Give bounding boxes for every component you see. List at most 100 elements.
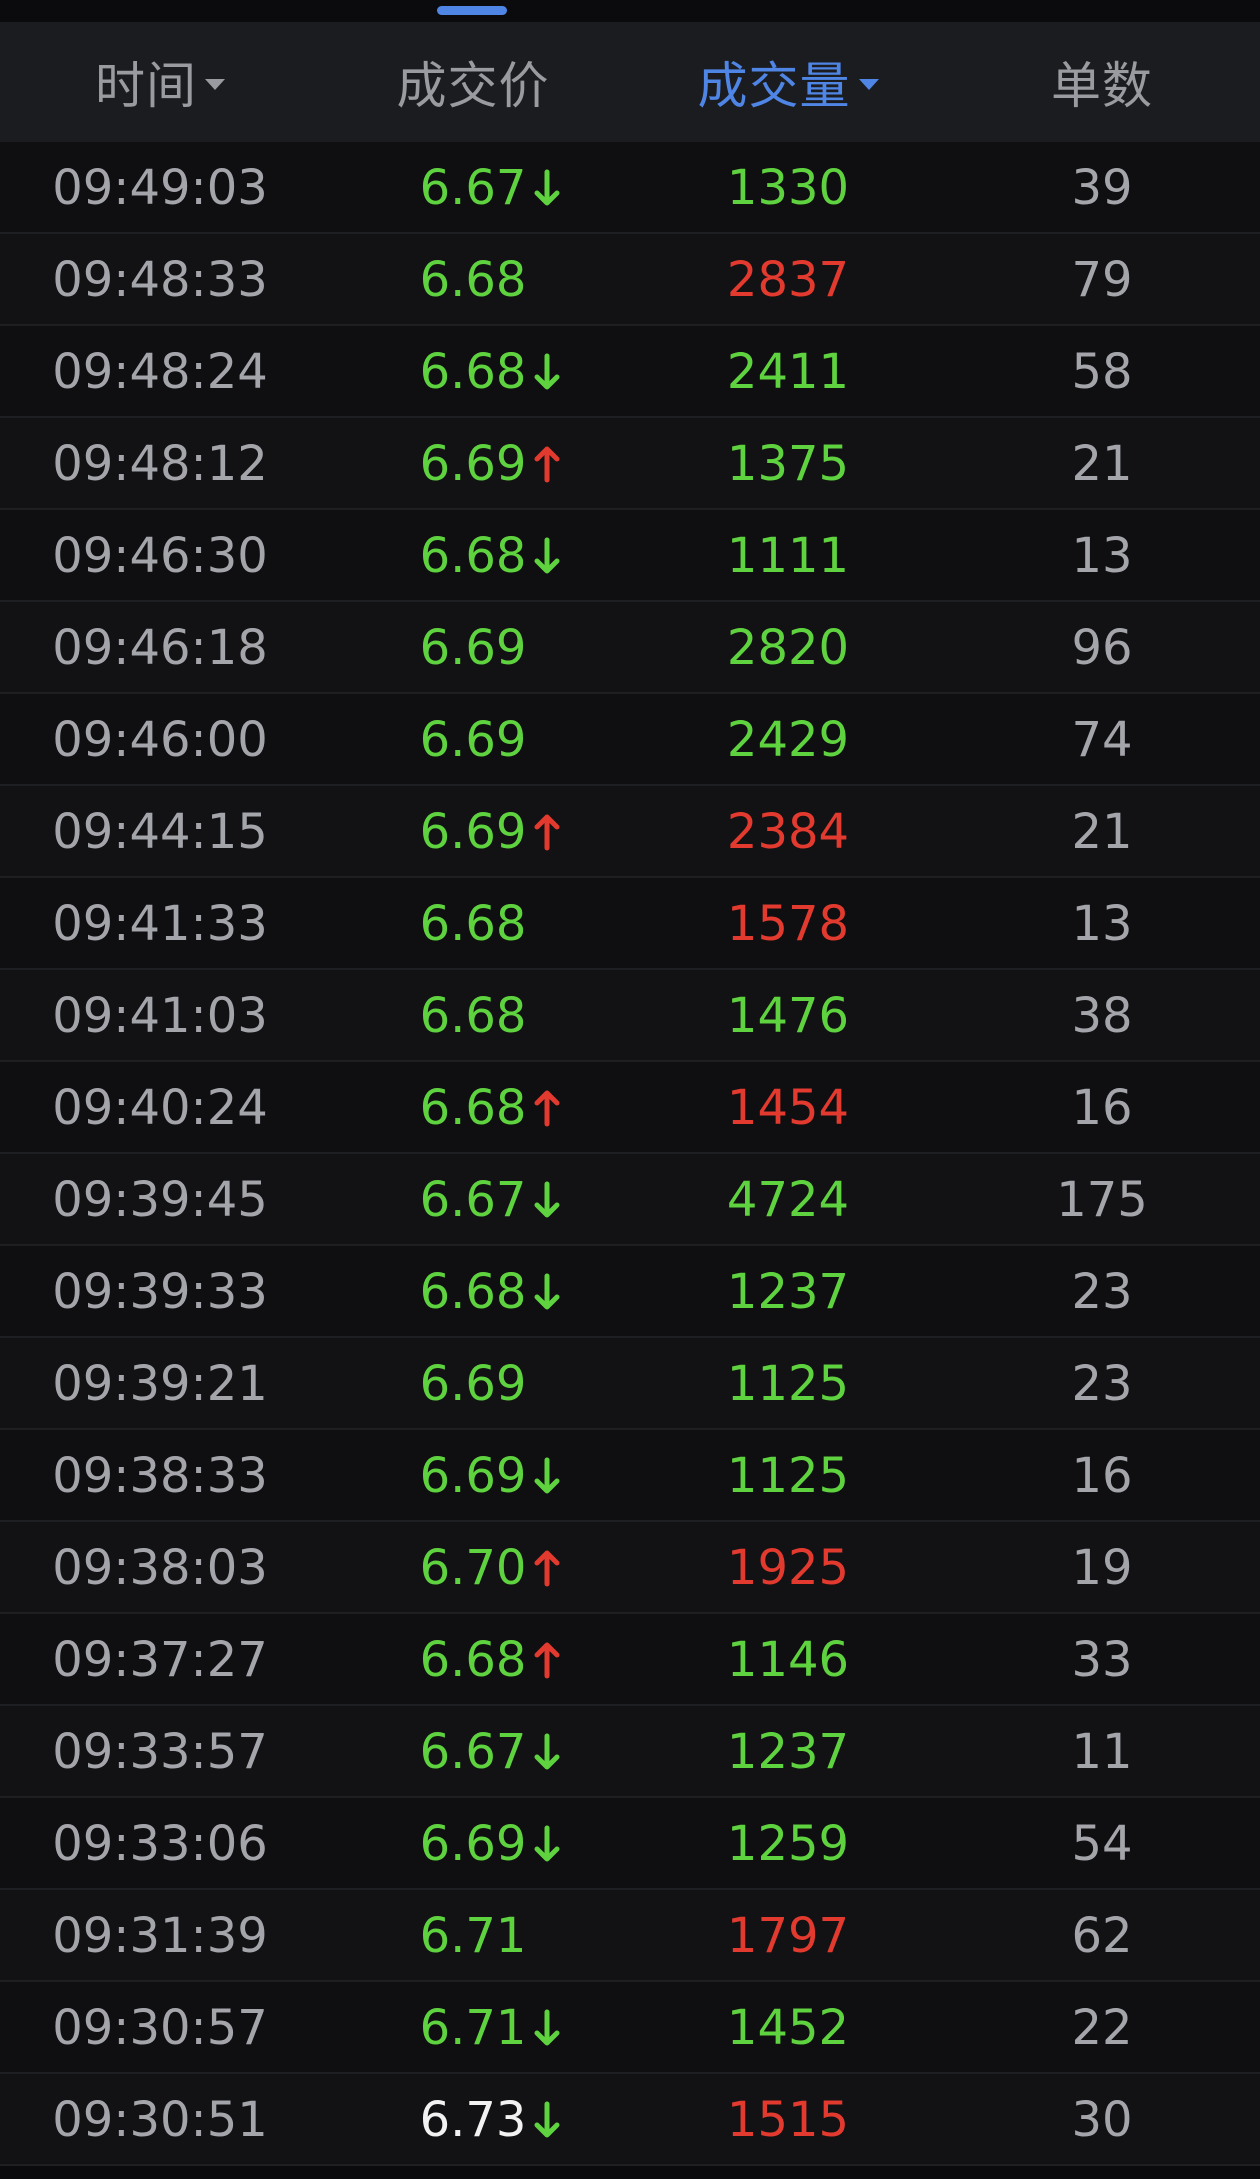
trade-volume: 1237 [726,1724,850,1780]
table-row[interactable]: 09:46:18 6.69 2820 96 [0,602,1260,694]
trade-price-cell: 6.68 [333,234,613,326]
table-row[interactable]: 09:44:15 6.69 2384 21 [0,786,1260,878]
trade-price-cell: 6.69 [333,1430,613,1522]
arrow-down-icon [532,1732,562,1772]
trade-volume: 1375 [726,436,850,492]
trade-price-cell: 6.69 [333,694,613,786]
trade-volume: 2429 [726,712,850,768]
trade-time: 09:39:33 [52,1264,268,1320]
trade-volume: 4724 [726,1172,850,1228]
trade-price: 6.69 [420,712,527,768]
trade-price: 6.69 [420,1816,560,1872]
arrow-down-icon [532,2100,562,2140]
trade-price-cell: 6.67 [333,142,613,234]
trade-volume: 1578 [726,896,850,952]
table-row[interactable]: 09:37:27 6.68 1146 33 [0,1614,1260,1706]
trade-time: 09:31:39 [52,1908,268,1964]
trade-count: 96 [1071,620,1133,676]
trade-price: 6.71 [419,2000,560,2056]
trade-count: 11 [1071,1724,1133,1780]
trade-volume: 1452 [726,2000,850,2056]
price-column-header[interactable]: 成交价 [333,22,613,142]
table-row[interactable]: 09:38:33 6.69 1125 16 [0,1430,1260,1522]
table-row[interactable]: 09:41:03 6.68 1476 38 [0,970,1260,1062]
table-row[interactable]: 09:46:30 6.68 1111 13 [0,510,1260,602]
trade-price-cell: 6.68 [333,970,613,1062]
trade-count: 79 [1071,252,1133,308]
trade-price: 6.73 [420,2092,560,2148]
table-row[interactable]: 09:48:12 6.69 1375 21 [0,418,1260,510]
trade-price: 6.68 [420,344,560,400]
table-row[interactable]: 09:39:21 6.69 1125 23 [0,1338,1260,1430]
trade-count: 54 [1071,1816,1133,1872]
trade-price-cell: 6.68 [333,1246,613,1338]
trade-price-cell: 6.69 [333,418,613,510]
trade-count: 39 [1071,160,1133,216]
trade-price: 6.68 [420,1264,560,1320]
trade-price-value: 6.68 [419,252,527,308]
table-row[interactable]: 09:30:57 6.71 1452 22 [0,1982,1260,2074]
trade-price: 6.69 [420,804,560,860]
trade-time: 09:41:03 [52,988,268,1044]
trade-price-value: 6.68 [419,528,527,584]
trade-price-cell: 6.69 [333,786,613,878]
table-row[interactable]: 09:41:33 6.68 1578 13 [0,878,1260,970]
trade-price: 6.69 [420,436,560,492]
trade-price-value: 6.71 [419,1908,527,1964]
sort-by-time-button[interactable]: 时间 [20,22,300,142]
trade-list[interactable]: 09:49:03 6.67 1330 39 09:48:33 6.68 2837 79 09:4… [0,142,1260,2166]
arrow-up-icon [532,1548,562,1588]
trade-count: 21 [1071,804,1133,860]
table-row[interactable]: 09:48:24 6.68 2411 58 [0,326,1260,418]
trade-price-cell: 6.68 [333,1062,613,1154]
trade-count: 16 [1071,1448,1133,1504]
tab-indicator [437,6,507,15]
trade-volume: 1111 [726,528,850,584]
trade-count: 13 [1071,896,1133,952]
count-column-header[interactable]: 单数 [962,22,1242,142]
trade-volume: 1797 [726,1908,850,1964]
arrow-down-icon [532,168,562,208]
trade-price-value: 6.68 [419,1632,527,1688]
table-row[interactable]: 09:38:03 6.70 1925 19 [0,1522,1260,1614]
trade-volume: 1125 [726,1448,850,1504]
sort-by-volume-button[interactable]: 成交量 [648,22,928,142]
trade-price-cell: 6.68 [333,1614,613,1706]
table-row[interactable]: 09:33:06 6.69 1259 54 [0,1798,1260,1890]
trade-price: 6.71 [420,1908,527,1964]
table-row[interactable]: 09:39:45 6.67 4724 175 [0,1154,1260,1246]
trade-count: 175 [1056,1172,1148,1228]
trade-price-value: 6.71 [419,2000,527,2056]
trade-time: 09:33:06 [52,1816,268,1872]
table-row[interactable]: 09:39:33 6.68 1237 23 [0,1246,1260,1338]
trade-time: 09:48:12 [52,436,268,492]
trade-price: 6.68 [420,988,527,1044]
arrow-down-icon [532,1272,562,1312]
trade-time: 09:46:18 [52,620,268,676]
trade-count: 30 [1071,2092,1133,2148]
trade-time: 09:41:33 [52,896,268,952]
table-row[interactable]: 09:40:24 6.68 1454 16 [0,1062,1260,1154]
trade-price-value: 6.69 [419,620,527,676]
trade-volume: 1454 [726,1080,850,1136]
table-row[interactable]: 09:48:33 6.68 2837 79 [0,234,1260,326]
trade-price: 6.68 [419,1632,560,1688]
trade-time: 09:39:45 [52,1172,268,1228]
trade-volume: 1476 [726,988,850,1044]
trade-price: 6.67 [420,1724,560,1780]
trade-price-value: 6.69 [419,1356,527,1412]
table-row[interactable]: 09:46:00 6.69 2429 74 [0,694,1260,786]
table-row[interactable]: 09:33:57 6.67 1237 11 [0,1706,1260,1798]
trade-price-cell: 6.70 [333,1522,613,1614]
trade-price: 6.69 [420,620,527,676]
table-row[interactable]: 09:31:39 6.71 1797 62 [0,1890,1260,1982]
trade-volume: 1125 [726,1356,850,1412]
trade-count: 58 [1071,344,1133,400]
caret-down-icon [858,78,879,90]
trade-price-cell: 6.71 [333,1890,613,1982]
table-row[interactable]: 09:30:51 6.73 1515 30 [0,2074,1260,2166]
table-row[interactable]: 09:49:03 6.67 1330 39 [0,142,1260,234]
arrow-up-icon [532,1640,562,1680]
trade-price: 6.68 [419,528,560,584]
trade-count: 62 [1071,1908,1133,1964]
